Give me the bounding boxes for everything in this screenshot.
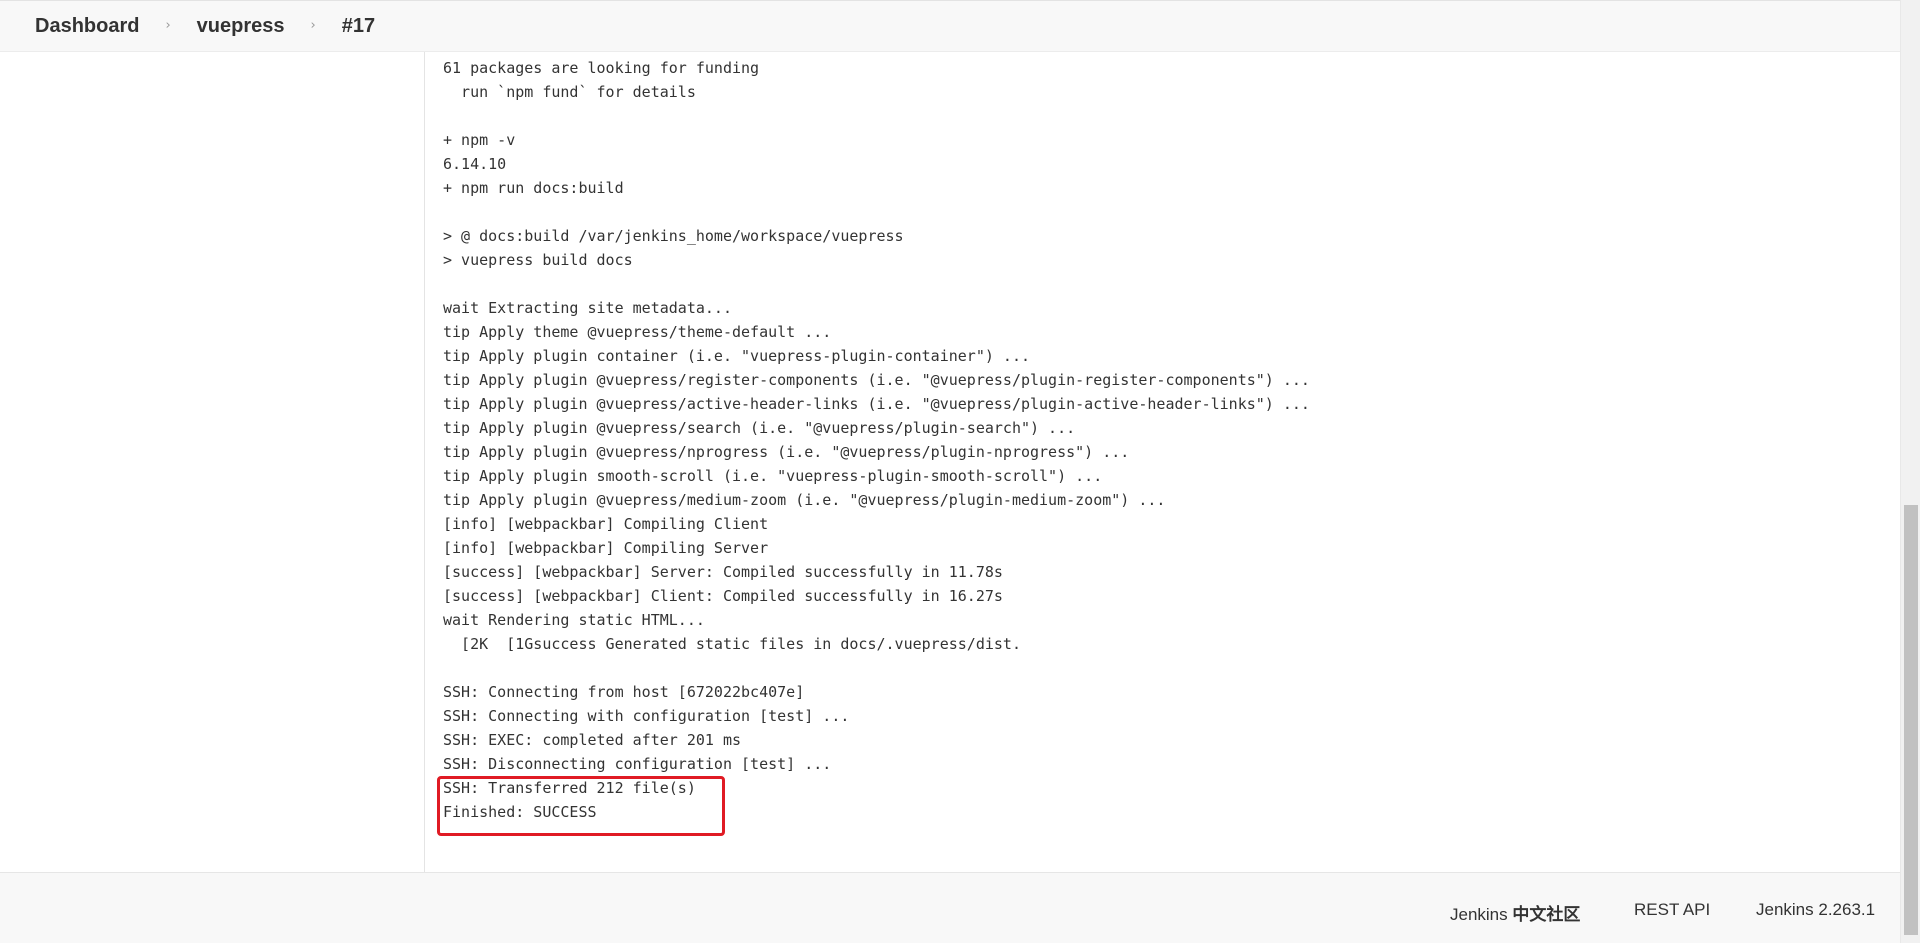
console-line: tip Apply plugin @vuepress/active-header…: [443, 395, 1310, 413]
console-line: + npm run docs:build: [443, 179, 624, 197]
console-line: SSH: Connecting with configuration [test…: [443, 707, 850, 725]
chevron-right-icon[interactable]: ›: [311, 18, 316, 33]
console-line: tip Apply plugin container (i.e. "vuepre…: [443, 347, 1030, 365]
console-line: tip Apply plugin @vuepress/nprogress (i.…: [443, 443, 1130, 461]
vertical-scrollbar[interactable]: [1900, 0, 1920, 943]
console-line: 61 packages are looking for funding: [443, 59, 760, 77]
scrollbar-thumb[interactable]: [1904, 505, 1918, 935]
console-line: 6.14.10: [443, 155, 507, 173]
console-line: tip Apply plugin @vuepress/search (i.e. …: [443, 419, 1076, 437]
console-line: > vuepress build docs: [443, 251, 633, 269]
console-line: SSH: EXEC: completed after 201 ms: [443, 731, 742, 749]
sidebar-divider: [424, 52, 425, 872]
console-output: 61 packages are looking for funding run …: [443, 56, 1310, 824]
console-line: SSH: Connecting from host [672022bc407e]: [443, 683, 805, 701]
jenkins-console-page: Dashboard › vuepress › #17 61 packages a…: [0, 0, 1920, 943]
chevron-right-icon[interactable]: ›: [165, 18, 170, 33]
console-line: SSH: Disconnecting configuration [test] …: [443, 755, 832, 773]
console-line: [success] [webpackbar] Server: Compiled …: [443, 563, 1003, 581]
highlight-annotation-box: [437, 776, 725, 836]
footer-rest-api-link[interactable]: REST API: [1634, 900, 1710, 920]
console-line: [info] [webpackbar] Compiling Server: [443, 539, 769, 557]
breadcrumb-dashboard-link[interactable]: Dashboard: [35, 15, 139, 38]
console-line: tip Apply plugin @vuepress/register-comp…: [443, 371, 1310, 389]
console-line: [info] [webpackbar] Compiling Client: [443, 515, 769, 533]
breadcrumb-vuepress-link[interactable]: vuepress: [197, 15, 285, 38]
breadcrumb: Dashboard › vuepress › #17: [0, 0, 1900, 52]
console-line: tip Apply theme @vuepress/theme-default …: [443, 323, 832, 341]
footer: Jenkins 中文社区 REST API Jenkins 2.263.1: [0, 872, 1900, 943]
console-line: wait Extracting site metadata...: [443, 299, 732, 317]
footer-version-link[interactable]: Jenkins 2.263.1: [1756, 900, 1875, 920]
console-line: > @ docs:build /var/jenkins_home/workspa…: [443, 227, 904, 245]
footer-community-bold: 中文社区: [1512, 905, 1581, 925]
console-line: run `npm fund` for details: [443, 83, 696, 101]
console-line: [2K [1Gsuccess Generated static files in…: [443, 635, 1021, 653]
console-line: wait Rendering static HTML...: [443, 611, 705, 629]
footer-community-link[interactable]: Jenkins 中文社区: [1450, 900, 1580, 925]
footer-community-prefix: Jenkins: [1450, 905, 1513, 924]
console-line: [success] [webpackbar] Client: Compiled …: [443, 587, 1003, 605]
console-line: tip Apply plugin @vuepress/medium-zoom (…: [443, 491, 1166, 509]
breadcrumb-build-link[interactable]: #17: [342, 15, 375, 38]
console-line: + npm -v: [443, 131, 516, 149]
console-line: tip Apply plugin smooth-scroll (i.e. "vu…: [443, 467, 1103, 485]
